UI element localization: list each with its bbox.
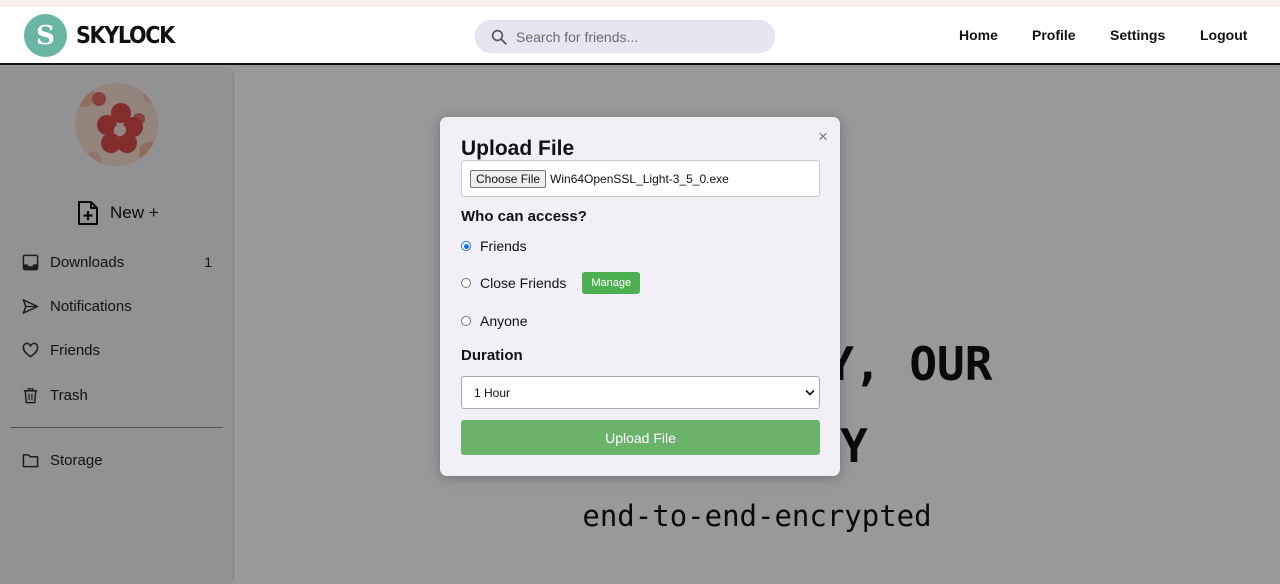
search-bar[interactable] xyxy=(475,20,775,53)
nav-home-link[interactable]: Home xyxy=(959,27,998,43)
top-strip xyxy=(0,0,1280,7)
duration-select-value: 1 Hour xyxy=(474,385,511,400)
friends-radio[interactable] xyxy=(461,241,471,251)
nav-profile-link[interactable]: Profile xyxy=(1032,27,1076,43)
file-input[interactable]: Choose File Win64OpenSSL_Light-3_5_0.exe xyxy=(461,160,820,197)
access-option-anyone[interactable]: Anyone xyxy=(461,313,527,329)
access-option-close-friends[interactable]: Close Friends Manage xyxy=(461,272,641,294)
access-label: Who can access? xyxy=(461,208,587,225)
selected-file-name: Win64OpenSSL_Light-3_5_0.exe xyxy=(550,171,729,186)
search-icon xyxy=(491,29,507,45)
close-friends-radio-label: Close Friends xyxy=(480,275,567,291)
upload-file-button[interactable]: Upload File xyxy=(461,420,820,455)
duration-select[interactable]: 1 Hour xyxy=(461,376,820,409)
nav-settings-link[interactable]: Settings xyxy=(1110,27,1165,43)
modal-title: Upload File xyxy=(461,137,575,160)
anyone-radio-label: Anyone xyxy=(480,313,528,329)
anyone-radio[interactable] xyxy=(461,316,471,326)
access-option-friends[interactable]: Friends xyxy=(461,238,527,254)
brand-name: SKYLOCK xyxy=(76,22,175,49)
upload-modal: × Upload File Choose File Win64OpenSSL_L… xyxy=(440,117,840,476)
choose-file-button[interactable]: Choose File xyxy=(470,169,547,188)
manage-button[interactable]: Manage xyxy=(582,272,641,294)
duration-label: Duration xyxy=(461,347,523,364)
close-friends-radio[interactable] xyxy=(461,278,471,288)
logo[interactable]: S SKYLOCK xyxy=(24,14,185,57)
friends-radio-label: Friends xyxy=(480,238,527,254)
chevron-down-icon xyxy=(805,389,815,396)
logo-badge: S xyxy=(24,14,67,57)
navbar: S SKYLOCK Home Profile Settings Logout xyxy=(0,7,1280,65)
search-input[interactable] xyxy=(516,28,756,45)
close-icon[interactable]: × xyxy=(818,127,828,147)
nav-logout-link[interactable]: Logout xyxy=(1200,27,1247,43)
